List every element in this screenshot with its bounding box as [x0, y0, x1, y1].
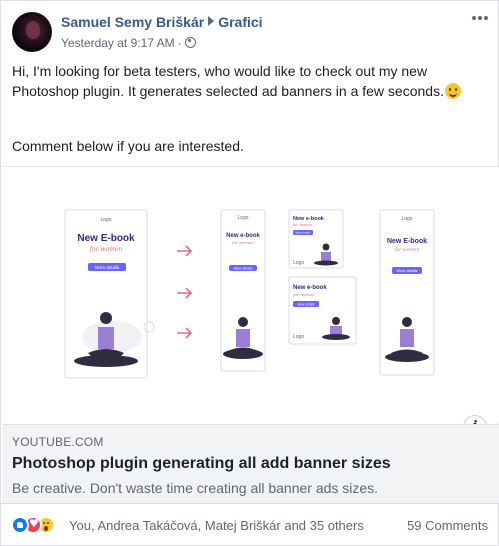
post-timestamp[interactable]: Yesterday at 9:17 AM: [61, 36, 175, 50]
banner-medium-rectangle: New e-book for women More details Logo: [288, 276, 357, 345]
link-preview-image[interactable]: Logo New E-book for women More details L…: [2, 166, 499, 423]
banner-subtitle-text: for women: [394, 247, 419, 253]
like-reaction-icon[interactable]: [11, 516, 29, 534]
more-options-icon[interactable]: [472, 13, 488, 23]
triangle-right-icon: [208, 16, 215, 26]
author-name[interactable]: Samuel Semy Briškár: [61, 14, 204, 30]
banner-button-text: More details: [295, 231, 311, 235]
post-message-line: Hi, I'm looking for beta testers, who wo…: [12, 63, 428, 79]
smile-emoji-icon: [444, 83, 461, 99]
author-avatar[interactable]: [12, 12, 52, 52]
banner-button-text: More details: [397, 269, 418, 273]
banner-subtitle-text: for women: [231, 240, 254, 245]
link-description: Be creative. Don't waste time creating a…: [12, 480, 379, 496]
post-header: Samuel Semy Briškár Grafici Yesterday at …: [1, 1, 499, 59]
post-meta: Yesterday at 9:17 AM ·: [61, 36, 196, 50]
post-footer: You, Andrea Takáčová, Matej Briškár and …: [1, 503, 499, 546]
banner-title-text: New e-book: [293, 216, 325, 222]
author-line: Samuel Semy Briškár Grafici: [61, 14, 263, 30]
banner-tall-middle: Logo New e-book for women More details: [220, 209, 266, 372]
banner-logo-text: Logo: [293, 334, 304, 340]
facebook-post: Samuel Semy Briškár Grafici Yesterday at …: [0, 0, 499, 546]
banner-tall-left: Logo New E-book for women More details: [64, 209, 155, 379]
banner-small-square: New e-book for women More details Logo: [288, 209, 344, 269]
link-title[interactable]: Photoshop plugin generating all add bann…: [12, 455, 391, 473]
banner-logo-text: Logo: [237, 215, 248, 221]
banner-logo-text: Logo: [293, 260, 304, 266]
group-name[interactable]: Grafici: [218, 14, 262, 30]
banner-button-text: More details: [297, 302, 315, 306]
post-message: Hi, I'm looking for beta testers, who wo…: [12, 61, 490, 101]
comments-count-link[interactable]: 59 Comments: [407, 518, 488, 533]
banner-subtitle-text: for women: [89, 246, 123, 253]
banner-title-text: New e-book: [293, 285, 327, 291]
banner-logo-text: Logo: [401, 216, 412, 222]
link-preview-meta[interactable]: YOUTUBE.COM Photoshop plugin generating …: [2, 424, 499, 503]
banner-title-text: New E-book: [77, 233, 135, 244]
post-message-line: Comment below if you are interested.: [12, 138, 244, 154]
post-message-line: Photoshop plugin. It generates selected …: [12, 83, 444, 99]
banner-subtitle-text: for women: [292, 223, 313, 227]
banner-button-text: More details: [95, 265, 120, 270]
banner-subtitle-text: for women: [292, 292, 315, 297]
banner-logo-text: Logo: [100, 217, 111, 223]
banner-illustration: Logo New E-book for women More details L…: [64, 209, 435, 379]
globe-icon[interactable]: [184, 37, 196, 48]
banner-tall-right: Logo New E-book for women More details: [379, 209, 435, 376]
link-domain: YOUTUBE.COM: [12, 435, 104, 449]
banner-title-text: New e-book: [226, 233, 260, 239]
banner-button-text: More details: [233, 267, 252, 271]
reaction-names[interactable]: You, Andrea Takáčová, Matej Briškár and …: [69, 518, 364, 533]
arrow-right-icon: [177, 245, 193, 339]
banner-title-text: New E-book: [387, 238, 427, 245]
